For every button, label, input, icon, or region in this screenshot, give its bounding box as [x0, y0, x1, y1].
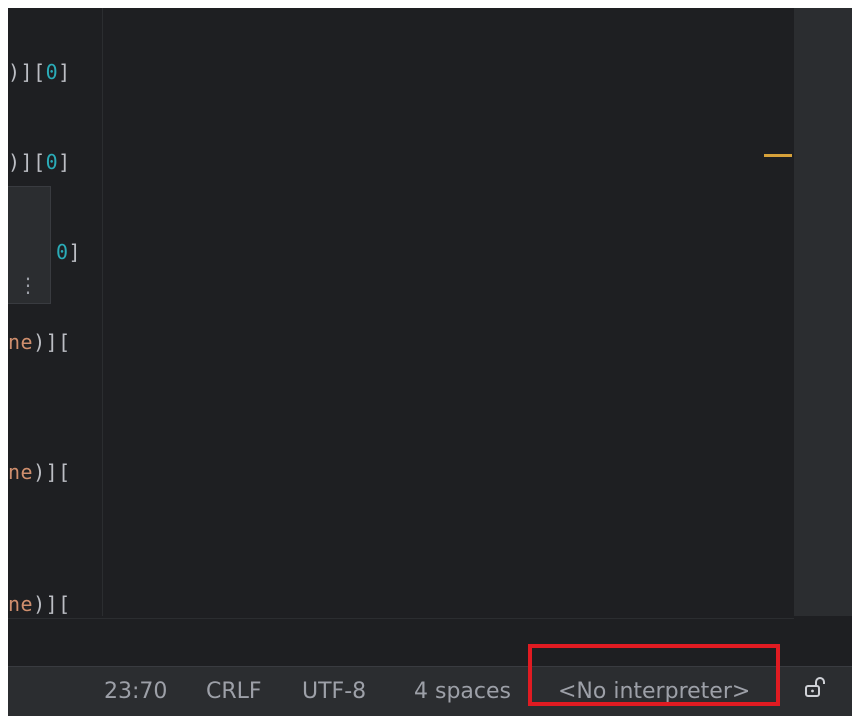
- code-token: )][: [8, 60, 46, 84]
- code-editor[interactable]: )][0] )][0] 0] ne)][ ne)][ ne)][ ⋮: [8, 8, 794, 616]
- code-token: ]: [58, 150, 71, 174]
- code-line: )][0]: [8, 60, 71, 84]
- more-vertical-icon[interactable]: ⋮: [18, 275, 38, 295]
- code-line: )][0]: [8, 150, 71, 174]
- code-line: 0]: [56, 240, 81, 264]
- code-token: ne: [8, 460, 34, 484]
- code-token: )][: [33, 592, 71, 616]
- code-column: )][0] )][0] 0] ne)][ ne)][ ne)][: [8, 8, 102, 616]
- code-token: 0: [56, 240, 69, 264]
- file-encoding[interactable]: UTF-8: [302, 667, 366, 716]
- code-token: ]: [58, 60, 71, 84]
- warning-marker[interactable]: [764, 154, 792, 157]
- code-token: )][: [33, 330, 71, 354]
- code-token: )][: [33, 460, 71, 484]
- code-line: ne)][: [8, 592, 71, 616]
- caret-position[interactable]: 23:70: [104, 667, 167, 716]
- highlight-box: [528, 644, 780, 706]
- code-token: )][: [8, 150, 46, 174]
- code-line: ne)][: [8, 460, 71, 484]
- code-token: 0: [45, 60, 59, 84]
- ide-window: )][0] )][0] 0] ne)][ ne)][ ne)][ ⋮ 23:70…: [8, 8, 852, 716]
- indent-setting[interactable]: 4 spaces: [414, 667, 511, 716]
- code-line: ne)][: [8, 330, 71, 354]
- code-token: ]: [68, 240, 82, 264]
- code-token: ne: [8, 592, 34, 616]
- vertical-scrollbar[interactable]: [794, 8, 852, 616]
- line-separator[interactable]: CRLF: [206, 667, 262, 716]
- code-token: ne: [8, 330, 34, 354]
- code-token: 0: [45, 150, 59, 174]
- inline-popup: ⋮: [8, 186, 51, 304]
- unlock-icon[interactable]: [804, 676, 826, 698]
- gutter-divider: [102, 8, 103, 616]
